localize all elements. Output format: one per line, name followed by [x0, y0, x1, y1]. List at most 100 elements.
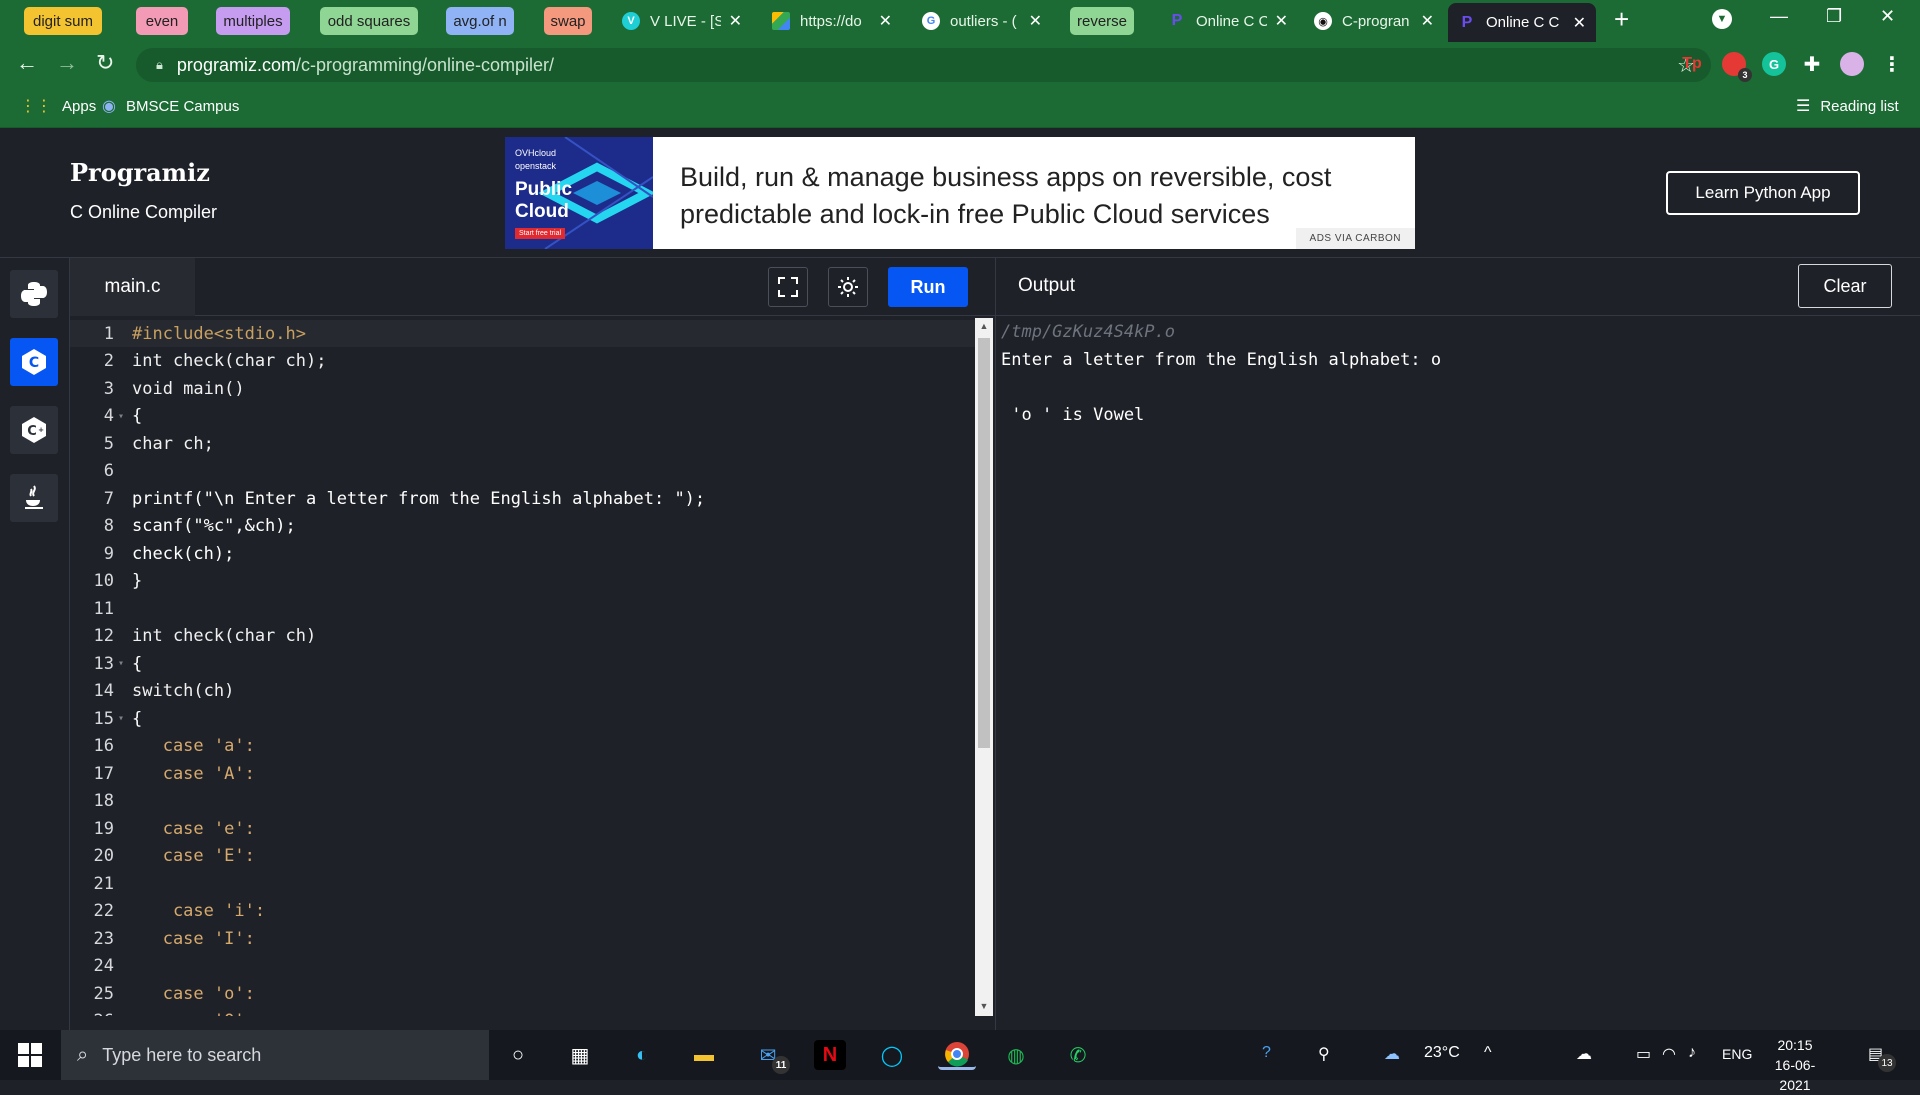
restore-button[interactable]: ❐: [1826, 6, 1842, 27]
file-explorer-icon[interactable]: ▬: [688, 1040, 720, 1070]
code-line[interactable]: 6: [70, 458, 975, 485]
code-line[interactable]: 15 ▾{: [70, 705, 975, 732]
code-line[interactable]: 18: [70, 788, 975, 815]
close-icon[interactable]: ✕: [1275, 11, 1288, 31]
input-language[interactable]: ENG: [1722, 1046, 1752, 1062]
whatsapp-icon[interactable]: ✆: [1062, 1040, 1094, 1070]
code-line[interactable]: 17 case 'A':: [70, 760, 975, 787]
run-button[interactable]: Run: [888, 267, 968, 307]
close-icon[interactable]: ✕: [729, 11, 742, 31]
tab-group-digit-sum[interactable]: digit sum: [24, 7, 102, 35]
new-tab-button[interactable]: +: [1614, 4, 1629, 35]
c-language-icon[interactable]: C: [10, 338, 58, 386]
code-line[interactable]: 22 case 'i':: [70, 898, 975, 925]
code-line[interactable]: 24: [70, 953, 975, 980]
battery-icon[interactable]: ▭: [1636, 1044, 1651, 1064]
code-line[interactable]: 1 #include<stdio.h>: [70, 320, 975, 347]
scroll-up-arrow[interactable]: ▲: [975, 318, 993, 334]
python-language-icon[interactable]: [10, 270, 58, 318]
volume-icon[interactable]: ♪: [1688, 1044, 1696, 1062]
code-line[interactable]: 5 char ch;: [70, 430, 975, 457]
testbook-extension-icon[interactable]: Tp: [1680, 52, 1704, 76]
tab-vlive[interactable]: V V LIVE - [S ✕: [612, 7, 752, 35]
bookmark-bmsce-campus[interactable]: ◉ BMSCE Campus: [102, 96, 239, 116]
reading-list[interactable]: ☰ Reading list: [1796, 96, 1899, 116]
close-icon[interactable]: ✕: [879, 11, 892, 31]
grammarly-extension-icon[interactable]: G: [1762, 52, 1786, 76]
tab-google-drive[interactable]: https://do ✕: [762, 7, 902, 35]
ad-image[interactable]: OVHcloud openstack Public Cloud Start fr…: [505, 137, 653, 249]
tab-search-icon[interactable]: ▼: [1712, 9, 1732, 29]
onedrive-icon[interactable]: ☁: [1576, 1044, 1592, 1064]
code-line[interactable]: 26 case 'O':: [70, 1008, 975, 1016]
browser-menu-icon[interactable]: ⋮: [1880, 52, 1904, 76]
code-line[interactable]: 9 check(ch);: [70, 540, 975, 567]
chrome-icon[interactable]: [938, 1040, 976, 1070]
tab-group-swap[interactable]: swap: [544, 7, 592, 35]
minimize-button[interactable]: —: [1770, 6, 1788, 27]
netflix-icon[interactable]: N: [814, 1040, 846, 1070]
programiz-logo[interactable]: Programiz: [70, 158, 210, 187]
spotify-icon[interactable]: ◍: [1000, 1040, 1032, 1070]
cpp-language-icon[interactable]: C +: [10, 406, 58, 454]
close-icon[interactable]: ✕: [1421, 11, 1434, 31]
tab-github-c-programs[interactable]: ◉ C-progran ✕: [1304, 7, 1444, 35]
code-line[interactable]: 3 void main(): [70, 375, 975, 402]
edge-icon[interactable]: ◐: [626, 1040, 658, 1070]
editor-scrollbar-thumb[interactable]: [978, 338, 990, 748]
java-language-icon[interactable]: [10, 474, 58, 522]
people-icon[interactable]: ⚲: [1318, 1044, 1330, 1064]
tab-group-even[interactable]: even: [136, 7, 188, 35]
tab-group-reverse[interactable]: reverse: [1070, 7, 1134, 35]
code-line[interactable]: 2 int check(char ch);: [70, 348, 975, 375]
windows-start-icon[interactable]: [18, 1043, 42, 1067]
forward-icon[interactable]: →: [56, 50, 78, 76]
tab-group-odd-squares[interactable]: odd squares: [320, 7, 418, 35]
code-line[interactable]: 4 ▾{: [70, 403, 975, 430]
code-line[interactable]: 21: [70, 870, 975, 897]
system-clock[interactable]: 20:15 16-06-2021: [1762, 1035, 1828, 1095]
code-editor[interactable]: 1 #include<stdio.h> 2 int check(char ch); 3 v…: [70, 316, 995, 1016]
profile-avatar[interactable]: [1840, 52, 1864, 76]
fold-arrow-icon[interactable]: ▾: [118, 411, 132, 422]
tab-group-avg-of-n[interactable]: avg.of n: [446, 7, 514, 35]
ad-text[interactable]: Build, run & manage business apps on rev…: [680, 159, 1380, 233]
code-line[interactable]: 20 case 'E':: [70, 843, 975, 870]
code-line[interactable]: 14 switch(ch): [70, 678, 975, 705]
code-line[interactable]: 16 case 'a':: [70, 733, 975, 760]
code-line[interactable]: 7 printf("\n Enter a letter from the Engl…: [70, 485, 975, 512]
adblock-extension-icon[interactable]: 3: [1722, 52, 1752, 82]
scroll-down-arrow[interactable]: ▼: [975, 998, 993, 1014]
close-window-button[interactable]: ✕: [1880, 6, 1895, 27]
extensions-puzzle-icon[interactable]: ✚: [1800, 52, 1824, 76]
carbon-ad[interactable]: OVHcloud openstack Public Cloud Start fr…: [505, 137, 1415, 249]
tab-online-c-compiler[interactable]: P Online C C ✕: [1158, 7, 1298, 35]
help-icon[interactable]: ?: [1262, 1044, 1271, 1062]
back-icon[interactable]: ←: [16, 50, 38, 76]
tab-outliers[interactable]: G outliers - ( ✕: [912, 7, 1052, 35]
code-line[interactable]: 10}: [70, 568, 975, 595]
clear-button[interactable]: Clear: [1798, 264, 1892, 308]
fold-arrow-icon[interactable]: ▾: [118, 658, 132, 669]
weather-temperature[interactable]: 23°C: [1424, 1044, 1460, 1062]
fold-arrow-icon[interactable]: ▾: [118, 713, 132, 724]
reload-icon[interactable]: ↻: [96, 50, 114, 76]
code-line[interactable]: 19 case 'e':: [70, 815, 975, 842]
close-icon[interactable]: ✕: [1029, 11, 1042, 31]
code-line[interactable]: 13 ▾{: [70, 650, 975, 677]
taskbar-search-box[interactable]: ⌕ Type here to search: [61, 1030, 489, 1080]
notifications-icon[interactable]: ▤ 13: [1868, 1044, 1896, 1072]
url-bar[interactable]: 🔒︎ programiz.com/c-programming/online-co…: [136, 48, 1711, 82]
mail-icon[interactable]: ✉ 11: [752, 1040, 790, 1074]
code-line[interactable]: 11: [70, 595, 975, 622]
show-hidden-icons[interactable]: ^: [1484, 1044, 1492, 1062]
code-line[interactable]: 8 scanf("%c",&ch);: [70, 513, 975, 540]
learn-python-app-button[interactable]: Learn Python App: [1666, 171, 1860, 215]
bookmark-apps[interactable]: ⋮⋮ Apps: [20, 96, 96, 116]
file-tab-main-c[interactable]: main.c: [70, 258, 195, 316]
alexa-icon[interactable]: ◯: [876, 1040, 908, 1070]
code-line[interactable]: 12 int check(char ch): [70, 623, 975, 650]
weather-icon[interactable]: ☁: [1384, 1044, 1400, 1064]
fullscreen-button[interactable]: [768, 267, 808, 307]
task-view-icon[interactable]: ▦: [564, 1040, 596, 1070]
